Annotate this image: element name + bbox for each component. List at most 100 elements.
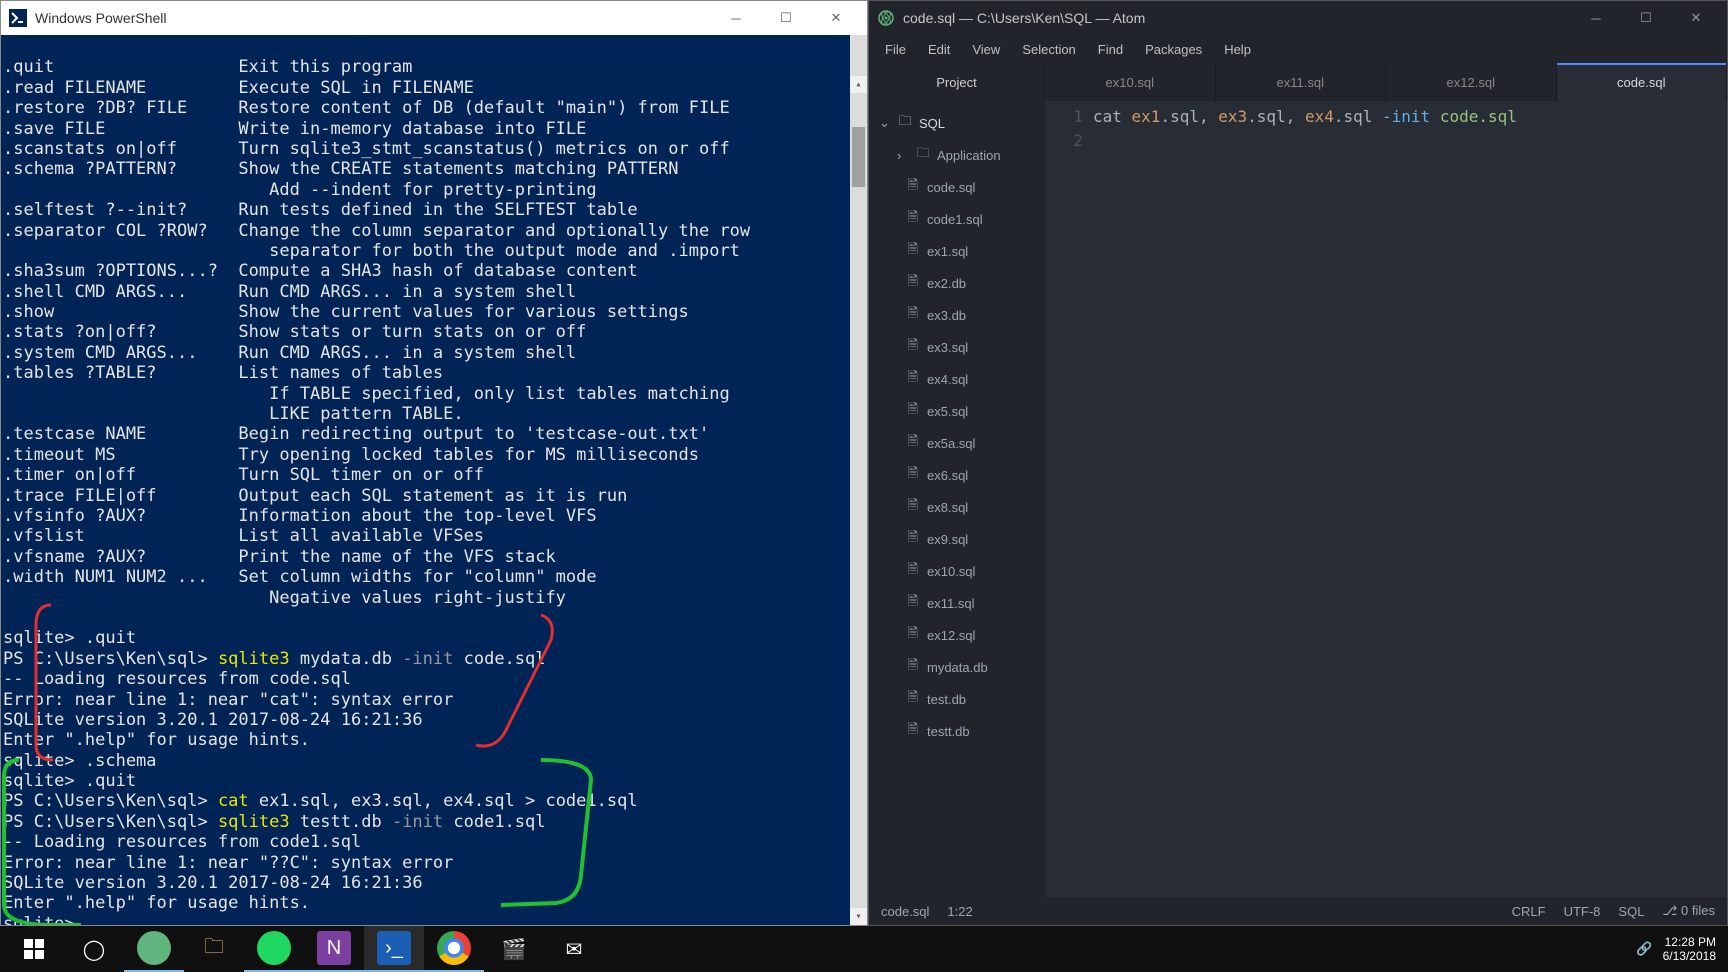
tree-file[interactable]: 🗎ex5a.sql xyxy=(869,427,1045,459)
help-line: .testcase NAME Begin redirecting output … xyxy=(3,424,709,444)
start-button[interactable] xyxy=(4,926,64,972)
status-git[interactable]: ⎇ 0 files xyxy=(1662,903,1715,919)
tree-file[interactable]: 🗎ex4.sql xyxy=(869,363,1045,395)
folder-icon: 🗀 xyxy=(897,112,913,134)
output-line: -- Loading resources from code1.sql xyxy=(3,832,361,852)
help-line: .timeout MS Try opening locked tables fo… xyxy=(3,445,699,465)
menu-file[interactable]: File xyxy=(875,38,916,61)
taskbar-clock[interactable]: 12:28 PM 6/13/2018 xyxy=(1663,935,1716,963)
tree-label: ex1.sql xyxy=(927,244,968,259)
file-explorer-button[interactable]: 🗀 xyxy=(184,926,244,972)
atom-window: code.sql — C:\Users\Ken\SQL — Atom ─ ☐ ✕… xyxy=(868,0,1728,926)
tree-label: ex3.sql xyxy=(927,340,968,355)
taskbar-app[interactable]: N xyxy=(304,926,364,972)
powershell-titlebar[interactable]: Windows PowerShell ─ ☐ ✕ xyxy=(1,1,867,35)
status-language[interactable]: SQL xyxy=(1618,904,1644,919)
status-encoding[interactable]: UTF-8 xyxy=(1564,904,1601,919)
taskbar-app[interactable]: 🎬 xyxy=(484,926,544,972)
taskbar-app-powershell[interactable]: ›_ xyxy=(364,926,424,972)
menu-help[interactable]: Help xyxy=(1214,38,1261,61)
help-line: .timer on|off Turn SQL timer on or off xyxy=(3,465,484,485)
tree-file[interactable]: 🗎ex3.sql xyxy=(869,331,1045,363)
file-icon: 🗎 xyxy=(905,656,921,678)
minimize-button[interactable]: ─ xyxy=(713,4,759,32)
scroll-down-arrow-icon[interactable]: ▾ xyxy=(850,908,867,925)
tree-file[interactable]: 🗎ex8.sql xyxy=(869,491,1045,523)
scrollbar-thumb[interactable] xyxy=(852,127,865,187)
taskbar-app[interactable] xyxy=(244,926,304,972)
menu-edit[interactable]: Edit xyxy=(918,38,960,61)
clock-time: 12:28 PM xyxy=(1663,935,1716,949)
tree-file[interactable]: 🗎ex12.sql xyxy=(869,619,1045,651)
scroll-up-arrow-icon[interactable]: ▴ xyxy=(850,76,867,93)
help-line: Add --indent for pretty-printing xyxy=(3,180,597,200)
tree-folder[interactable]: › 🗀 Application xyxy=(869,139,1045,171)
tree-label: ex5a.sql xyxy=(927,436,975,451)
menu-packages[interactable]: Packages xyxy=(1135,38,1212,61)
tree-label: ex3.db xyxy=(927,308,966,323)
tree-label: ex12.sql xyxy=(927,628,975,643)
maximize-button[interactable]: ☐ xyxy=(1623,4,1669,32)
tab-project[interactable]: Project xyxy=(869,63,1045,101)
code-line: cat ex1.sql, ex3.sql, ex4.sql -init code… xyxy=(1093,105,1727,129)
close-button[interactable]: ✕ xyxy=(1673,4,1719,32)
tree-root[interactable]: ⌄ 🗀 SQL xyxy=(869,107,1045,139)
tree-file[interactable]: 🗎ex6.sql xyxy=(869,459,1045,491)
tab-file[interactable]: ex10.sql xyxy=(1045,63,1216,101)
status-file[interactable]: code.sql xyxy=(881,904,929,919)
powershell-scrollbar[interactable]: ▴ ▾ xyxy=(850,35,867,925)
ps-cmd: sqlite3 xyxy=(218,649,290,669)
maximize-button[interactable]: ☐ xyxy=(763,4,809,32)
sqlite-prompt: sqlite> .quit xyxy=(3,771,136,791)
minimize-button[interactable]: ─ xyxy=(1573,4,1619,32)
powershell-icon xyxy=(9,9,27,27)
cortana-button[interactable]: ◯ xyxy=(64,926,124,972)
ps-prompt: PS C:\Users\Ken\sql> xyxy=(3,812,218,832)
menu-find[interactable]: Find xyxy=(1088,38,1133,61)
chrome-icon xyxy=(437,931,471,965)
tree-file[interactable]: 🗎test.db xyxy=(869,683,1045,715)
tab-file[interactable]: ex12.sql xyxy=(1386,63,1557,101)
tree-file[interactable]: 🗎testt.db xyxy=(869,715,1045,747)
tree-file[interactable]: 🗎ex11.sql xyxy=(869,587,1045,619)
help-line: .separator COL ?ROW? Change the column s… xyxy=(3,221,750,241)
close-button[interactable]: ✕ xyxy=(813,4,859,32)
menu-view[interactable]: View xyxy=(962,38,1010,61)
powershell-window: Windows PowerShell ─ ☐ ✕ .quit Exit this… xyxy=(0,0,868,926)
taskbar-app-mail[interactable]: ✉ xyxy=(544,926,604,972)
atom-editor[interactable]: 1 2 cat ex1.sql, ex3.sql, ex4.sql -init … xyxy=(1045,101,1727,897)
help-line: LIKE pattern TABLE. xyxy=(3,404,464,424)
tree-file[interactable]: 🗎code.sql xyxy=(869,171,1045,203)
tab-file-active[interactable]: code.sql xyxy=(1557,63,1728,101)
status-eol[interactable]: CRLF xyxy=(1512,904,1546,919)
file-icon: 🗎 xyxy=(905,560,921,582)
taskbar-app-chrome[interactable] xyxy=(424,926,484,972)
atom-titlebar[interactable]: code.sql — C:\Users\Ken\SQL — Atom ─ ☐ ✕ xyxy=(869,1,1727,35)
ps-flag: -init xyxy=(402,649,453,669)
atom-tree-view[interactable]: ⌄ 🗀 SQL › 🗀 Application 🗎code.sql 🗎code1… xyxy=(869,101,1045,897)
status-cursor[interactable]: 1:22 xyxy=(947,904,972,919)
chevron-down-icon: ⌄ xyxy=(879,115,891,131)
file-icon: 🗎 xyxy=(905,240,921,262)
output-line: Error: near line 1: near "cat": syntax e… xyxy=(3,690,453,710)
tree-file[interactable]: 🗎ex9.sql xyxy=(869,523,1045,555)
file-icon: 🗎 xyxy=(905,208,921,230)
help-line: .trace FILE|off Output each SQL statemen… xyxy=(3,486,627,506)
help-line: .vfsname ?AUX? Print the name of the VFS… xyxy=(3,547,556,567)
tree-file[interactable]: 🗎code1.sql xyxy=(869,203,1045,235)
help-line: .system CMD ARGS... Run CMD ARGS... in a… xyxy=(3,343,576,363)
output-line: Error: near line 1: near "??C": syntax e… xyxy=(3,853,453,873)
tree-file[interactable]: 🗎ex5.sql xyxy=(869,395,1045,427)
editor-code[interactable]: cat ex1.sql, ex3.sql, ex4.sql -init code… xyxy=(1093,101,1727,897)
tree-file[interactable]: 🗎ex2.db xyxy=(869,267,1045,299)
powershell-terminal[interactable]: .quit Exit this program .read FILENAME E… xyxy=(1,35,867,925)
tree-file[interactable]: 🗎ex10.sql xyxy=(869,555,1045,587)
taskbar-app[interactable] xyxy=(124,926,184,972)
tree-file[interactable]: 🗎ex3.db xyxy=(869,299,1045,331)
menu-selection[interactable]: Selection xyxy=(1012,38,1085,61)
tab-label: ex12.sql xyxy=(1447,75,1495,90)
tree-file[interactable]: 🗎mydata.db xyxy=(869,651,1045,683)
tab-file[interactable]: ex11.sql xyxy=(1216,63,1387,101)
tree-file[interactable]: 🗎 ex1.sql xyxy=(869,235,1045,267)
tray-icon[interactable]: 🔗 xyxy=(1636,941,1652,957)
